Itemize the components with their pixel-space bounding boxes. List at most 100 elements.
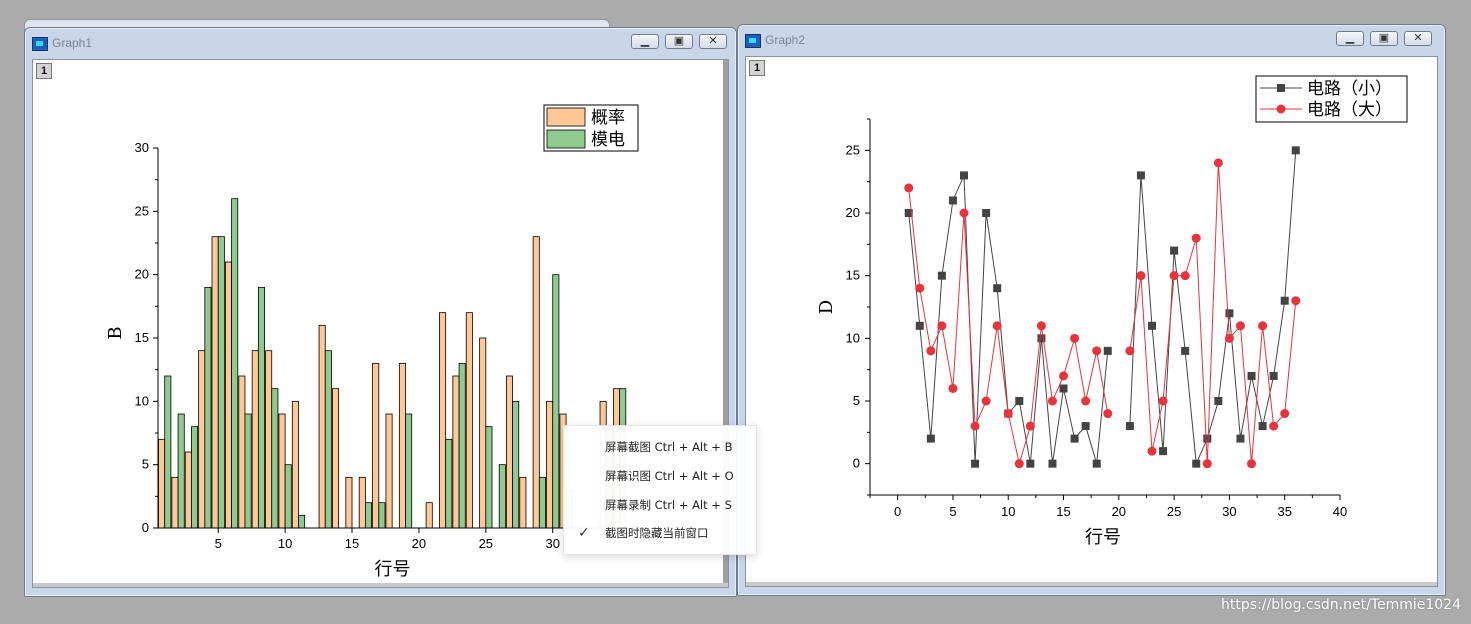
minimize-button[interactable]: ▁	[631, 34, 659, 49]
data-point-circle	[1235, 321, 1245, 331]
bar	[177, 413, 185, 529]
data-point-square	[1181, 346, 1190, 355]
origin-graph-icon	[745, 34, 761, 48]
menu-item-label: 屏幕录制 Ctrl + Alt + S	[605, 498, 732, 512]
bar	[184, 451, 192, 529]
x-tick-label: 25	[1167, 504, 1181, 519]
data-point-square	[1247, 371, 1256, 380]
bar	[291, 400, 299, 529]
data-point-circle	[948, 383, 958, 393]
bar	[271, 388, 279, 529]
bar	[238, 375, 246, 529]
data-point-circle	[1202, 459, 1212, 469]
bar	[284, 464, 292, 529]
y-tick-label: 20	[846, 205, 860, 220]
bar	[372, 362, 380, 529]
data-point-square	[1170, 246, 1179, 255]
data-point-circle	[1047, 396, 1057, 406]
data-point-square	[1148, 321, 1156, 330]
legend-swatch	[546, 129, 586, 149]
x-tick-label: 30	[545, 536, 559, 551]
bar	[378, 502, 386, 529]
y-tick-label: 0	[142, 520, 149, 535]
bar	[324, 350, 332, 529]
layer-1-badge[interactable]: 1	[749, 60, 765, 76]
legend-marker	[1276, 104, 1286, 114]
graph2-canvas[interactable]: 0 5 10 15 20 25 0 5 10 15 20 25 30 35 40 行号 D 电路（小） 电路（大） …	[745, 56, 1438, 587]
menu-item-image-recognition[interactable]: 屏幕识图 Ctrl + Alt + O	[564, 462, 756, 491]
bar	[364, 502, 372, 529]
x-axis-title: 行号	[375, 559, 411, 580]
data-point-circle	[1014, 459, 1024, 469]
close-button[interactable]: ✕	[699, 34, 727, 49]
legend-label: 电路（小）	[1307, 79, 1392, 99]
bar	[398, 362, 406, 529]
data-point-circle	[1291, 296, 1301, 306]
data-point-square	[1291, 146, 1300, 155]
graph2-title-bar[interactable]: Graph2 ▁ ▣ ✕	[738, 25, 1445, 53]
bar	[171, 476, 179, 529]
y-tick-label: 25	[135, 203, 149, 218]
menu-item-label: 屏幕识图 Ctrl + Alt + O	[605, 469, 734, 483]
menu-item-hide-window[interactable]: ✓ 截图时隐藏当前窗口	[564, 519, 756, 548]
x-axis-title: 行号	[1085, 527, 1121, 548]
data-point-square	[1280, 296, 1289, 305]
bar	[211, 236, 219, 529]
data-point-circle	[1036, 321, 1046, 331]
data-point-square	[1236, 434, 1245, 443]
y-tick-label: 10	[846, 330, 860, 345]
bar	[298, 514, 306, 529]
menu-item-screenshot[interactable]: 屏幕截图 Ctrl + Alt + B	[564, 433, 756, 462]
legend-label: 模电	[591, 130, 625, 150]
bar	[452, 375, 460, 529]
minimize-button[interactable]: ▁	[1336, 31, 1364, 46]
data-point-circle	[970, 421, 980, 431]
x-tick-label: 40	[1333, 504, 1347, 519]
legend: 概率模电	[543, 104, 639, 152]
menu-item-screen-record[interactable]: 屏幕录制 Ctrl + Alt + S	[564, 491, 756, 520]
y-tick-label: 15	[135, 330, 149, 345]
x-tick-label: 20	[412, 536, 426, 551]
bar	[458, 362, 466, 529]
layer-1-badge[interactable]: 1	[36, 63, 52, 79]
bar	[278, 413, 286, 529]
bar	[546, 400, 554, 529]
data-point-square	[1214, 397, 1223, 405]
data-point-circle	[1158, 396, 1168, 406]
data-point-square	[1225, 309, 1234, 318]
bar	[498, 464, 506, 529]
data-point-circle	[1191, 233, 1201, 243]
maximize-button[interactable]: ▣	[665, 34, 693, 49]
data-point-circle	[1103, 409, 1113, 419]
data-point-square	[1125, 422, 1134, 431]
close-button[interactable]: ✕	[1404, 31, 1432, 46]
bar	[385, 413, 393, 529]
data-point-circle	[937, 321, 947, 331]
y-axis-title: B	[105, 326, 126, 339]
y-tick-label: 25	[846, 142, 860, 157]
data-point-square	[1269, 371, 1278, 380]
horizontal-scrollbar[interactable]	[33, 583, 728, 587]
bar	[439, 312, 447, 529]
maximize-button[interactable]: ▣	[1370, 31, 1398, 46]
data-point-circle	[981, 396, 991, 406]
data-point-circle	[1136, 271, 1146, 281]
bar	[465, 312, 473, 529]
bar	[485, 426, 493, 529]
bar	[358, 476, 366, 529]
x-tick-label: 10	[1001, 504, 1015, 519]
legend: 电路（小）电路（大）	[1255, 75, 1408, 123]
bar	[479, 337, 487, 529]
data-point-square	[1026, 459, 1035, 468]
graph1-title-bar[interactable]: Graph1 ▁ ▣ ✕	[25, 28, 736, 56]
x-tick-label: 35	[1277, 504, 1291, 519]
bar	[265, 350, 273, 529]
legend-swatch	[546, 107, 586, 127]
data-point-circle	[1059, 371, 1069, 381]
bar	[512, 400, 520, 529]
graph2-window: Graph2 ▁ ▣ ✕ 0 5 10 15 20 25 0 5 10 15 20 25 30 35 40 行…	[737, 24, 1446, 596]
data-point-circle	[1147, 446, 1157, 456]
horizontal-scrollbar[interactable]	[746, 582, 1437, 586]
screenshot-context-menu: 屏幕截图 Ctrl + Alt + B 屏幕识图 Ctrl + Alt + O …	[563, 425, 757, 555]
y-axis-title: D	[816, 300, 837, 314]
